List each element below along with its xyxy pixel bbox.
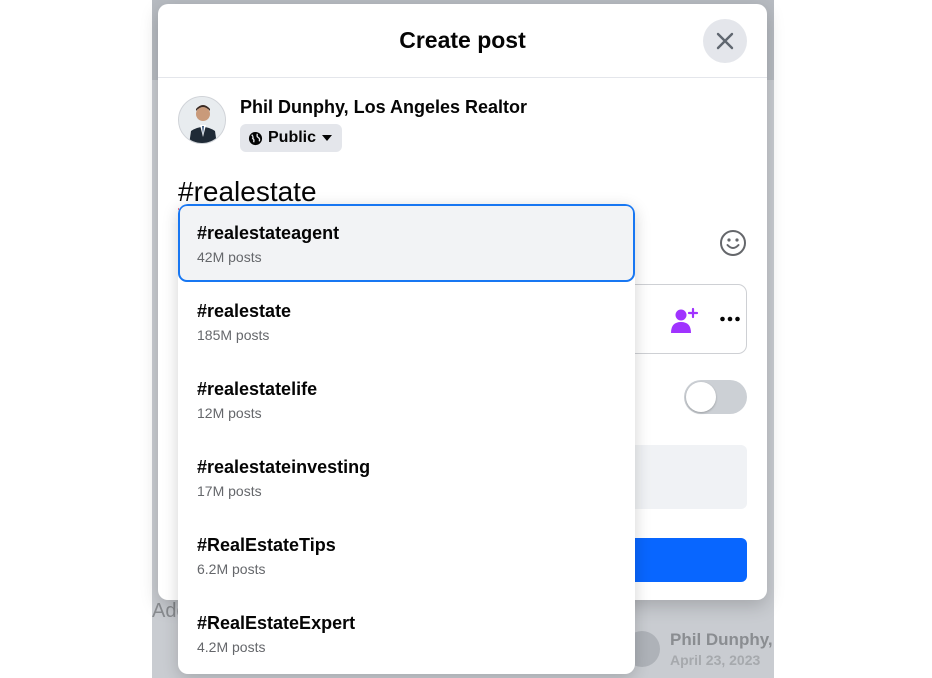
hashtag-suggestion[interactable]: #RealEstateTips 6.2M posts bbox=[178, 516, 635, 594]
hashtag-label: #realestateinvesting bbox=[197, 457, 371, 477]
close-icon bbox=[716, 32, 734, 50]
setting-toggle[interactable] bbox=[684, 380, 747, 414]
hashtag-suggestion[interactable]: #realestatelife 12M posts bbox=[178, 360, 635, 438]
smiley-icon bbox=[720, 230, 746, 256]
hashtag-label: #realestateagent bbox=[197, 223, 340, 243]
hashtag-label: #realestate bbox=[197, 301, 292, 321]
hashtag-post-count: 185M posts bbox=[197, 327, 270, 343]
author-info: Phil Dunphy, Los Angeles Realtor Public bbox=[240, 96, 527, 152]
tag-people-icon bbox=[671, 307, 699, 333]
avatar-image bbox=[179, 97, 225, 143]
hashtag-label: #RealEstateTips bbox=[197, 535, 336, 555]
globe-icon bbox=[248, 131, 263, 146]
privacy-label: Public bbox=[268, 129, 317, 146]
privacy-selector[interactable]: Public bbox=[240, 124, 343, 152]
tag-people-button[interactable] bbox=[669, 305, 699, 340]
hashtag-post-count: 12M posts bbox=[197, 405, 262, 421]
post-author: Phil Dunphy, Los Angeles Realtor Public bbox=[178, 96, 527, 152]
hashtag-suggestion[interactable]: #realestate 185M posts bbox=[178, 282, 635, 360]
hashtag-label: #RealEstateExpert bbox=[197, 613, 356, 633]
toggle-knob bbox=[686, 382, 716, 412]
post-text-content: #realestate bbox=[178, 176, 317, 207]
more-options-button[interactable] bbox=[719, 308, 741, 335]
background-post-author: Phil Dunphy, April 23, 2023 bbox=[624, 630, 773, 668]
author-name: Phil Dunphy, Los Angeles Realtor bbox=[240, 97, 528, 117]
more-icon bbox=[720, 316, 740, 322]
dialog-title: Create post bbox=[399, 27, 526, 53]
hashtag-post-count: 6.2M posts bbox=[197, 561, 266, 577]
hashtag-post-count: 17M posts bbox=[197, 483, 262, 499]
hashtag-suggestions-dropdown: #realestateagent 42M posts #realestate 1… bbox=[178, 204, 635, 674]
hashtag-suggestion[interactable]: #realestateinvesting 17M posts bbox=[178, 438, 635, 516]
emoji-button[interactable] bbox=[718, 228, 748, 258]
hashtag-label: #realestatelife bbox=[197, 379, 318, 399]
avatar[interactable] bbox=[178, 96, 226, 144]
hashtag-suggestion[interactable]: #realestateagent 42M posts bbox=[178, 204, 635, 282]
background-author-name: Phil Dunphy, bbox=[670, 630, 773, 649]
background-post-date: April 23, 2023 bbox=[670, 652, 761, 668]
hashtag-post-count: 4.2M posts bbox=[197, 639, 266, 655]
hashtag-suggestion[interactable]: #RealEstateExpert 4.2M posts bbox=[178, 594, 635, 672]
caret-down-icon bbox=[322, 134, 333, 142]
hashtag-post-count: 42M posts bbox=[197, 249, 262, 265]
dialog-header: Create post bbox=[158, 4, 767, 78]
close-button[interactable] bbox=[703, 19, 747, 63]
